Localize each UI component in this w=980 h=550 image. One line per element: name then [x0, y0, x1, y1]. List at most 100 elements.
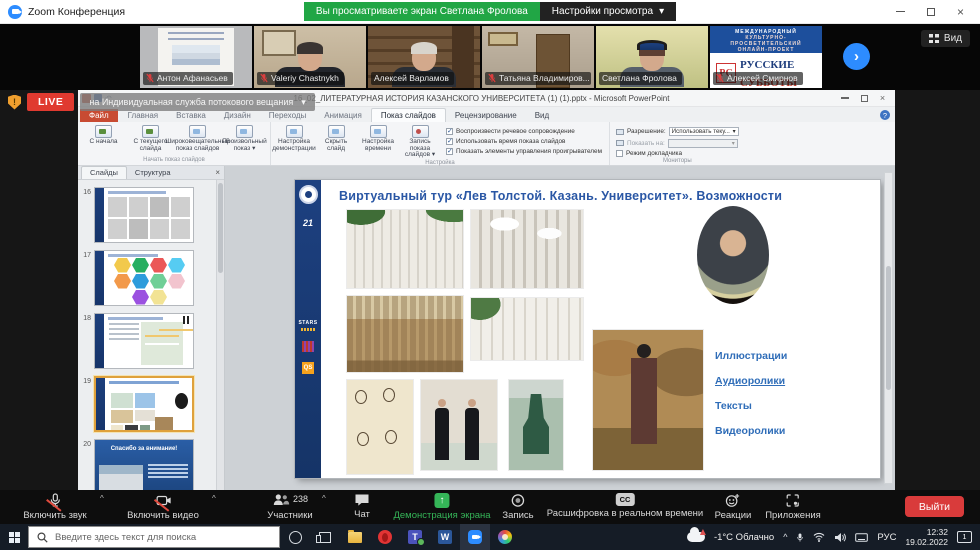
presenter-mode-row[interactable]: Режим докладчика	[616, 150, 739, 157]
broadcast-slideshow-button[interactable]: Широковещательный показ слайдов	[174, 124, 221, 152]
setup-slideshow-button[interactable]: Настройка демонстрации	[273, 124, 315, 152]
zoom-app-button[interactable]	[460, 524, 490, 550]
monitor-icon	[616, 129, 624, 135]
canvas-scrollbar[interactable]	[884, 172, 893, 484]
checkbox-play-narration[interactable]: ✓Воспроизвести речевое сопровождение	[446, 128, 602, 135]
slide-thumbnail-18[interactable]: 18	[78, 313, 218, 369]
leave-button[interactable]: Выйти	[905, 496, 964, 517]
taskbar-search-input[interactable]: Введите здесь текст для поиска	[28, 526, 280, 548]
volume-icon[interactable]	[834, 532, 846, 543]
paint-icon	[498, 530, 512, 544]
paint-button[interactable]	[490, 524, 520, 550]
language-indicator[interactable]: РУС	[877, 532, 896, 543]
rehearse-timings-button[interactable]: Настройка времени	[357, 124, 399, 152]
hide-slide-button[interactable]: Скрыть слайд	[315, 124, 357, 152]
live-transcript-button[interactable]: CC Расшифровка в реальном времени	[547, 493, 703, 519]
next-participants-button[interactable]: ›	[843, 43, 870, 70]
minimize-button[interactable]	[896, 11, 905, 13]
participant-tile-smirnov[interactable]: МЕЖДУНАРОДНЫЙ КУЛЬТУРНО-ПРОСВЕТИТЕЛЬСКИЙ…	[710, 26, 822, 88]
apps-button[interactable]: Приложения	[765, 493, 821, 521]
participant-name-tag: Антон Афанасьев	[143, 72, 233, 85]
participant-thumbnails: Антон Афанасьев Valeriy Chastnykh Алексе…	[140, 26, 822, 88]
word-button[interactable]: W	[430, 524, 460, 550]
tab-view[interactable]: Вид	[526, 109, 558, 122]
audio-options-chevron[interactable]: ^	[100, 494, 104, 503]
windows-logo-icon	[9, 532, 20, 543]
tray-mic-icon[interactable]	[796, 532, 804, 543]
checkbox-use-timings[interactable]: ✓Использовать время показа слайдов	[446, 138, 602, 145]
hide-slide-icon	[328, 125, 345, 138]
weather-text[interactable]: -1°C Облачно	[714, 532, 774, 543]
slideshow-icon	[142, 125, 159, 138]
ppt-minimize-button[interactable]	[841, 97, 849, 99]
teams-button[interactable]: T	[400, 524, 430, 550]
participant-tile-vladimirova[interactable]: Татьяна Владимиров...	[482, 26, 594, 88]
group-label: Мониторы	[612, 157, 743, 166]
participant-tile-varlamov[interactable]: Алексей Варламов	[368, 26, 480, 88]
from-beginning-button[interactable]: С начала	[80, 124, 127, 146]
panel-close-icon[interactable]: ×	[215, 168, 220, 177]
start-button[interactable]	[0, 524, 28, 550]
mic-muted-icon	[260, 73, 268, 83]
link-audio[interactable]: Аудиоролики	[715, 375, 787, 387]
setup-icon	[286, 125, 303, 138]
group-label: Начать показ слайдов	[80, 156, 268, 165]
task-view-button[interactable]	[310, 524, 340, 550]
slide-thumbnail-17[interactable]: 17	[78, 250, 218, 306]
slide-thumbnail-20[interactable]: 20 Спасибо за внимание!	[78, 439, 218, 495]
tab-review[interactable]: Рецензирование	[446, 109, 526, 122]
view-button[interactable]: Вид	[921, 30, 970, 47]
keyboard-icon[interactable]	[855, 533, 868, 542]
tab-slideshow[interactable]: Показ слайдов	[371, 108, 446, 122]
tab-animation[interactable]: Анимация	[315, 109, 371, 122]
slide-thumbnail-19-selected[interactable]: 19	[78, 376, 218, 432]
unmute-button[interactable]: Включить звук	[23, 493, 86, 521]
ribbon-group-setup: Настройка демонстрации Скрыть слайд Наст…	[271, 122, 610, 165]
cortana-icon	[289, 531, 302, 544]
checkbox-presenter-mode[interactable]	[616, 150, 623, 157]
panel-scrollbar[interactable]	[216, 180, 224, 490]
viewing-screen-banner: Вы просматриваете экран Светлана Фролова	[304, 2, 540, 21]
maximize-button[interactable]	[927, 8, 935, 16]
participant-tile-chastnykh[interactable]: Valeriy Chastnykh	[254, 26, 366, 88]
resolution-select[interactable]: Использовать теку...▾	[669, 127, 739, 136]
participants-icon	[272, 493, 289, 507]
notification-center-icon[interactable]: 1	[957, 531, 972, 543]
reactions-button[interactable]: Реакции	[715, 493, 752, 521]
live-badge: LIVE	[27, 93, 74, 111]
stream-destination-dropdown[interactable]: на Индивидуальная служба потокового веща…	[80, 93, 314, 111]
wifi-icon[interactable]	[813, 532, 825, 542]
start-video-button[interactable]: Включить видео	[127, 493, 199, 521]
close-button[interactable]: ×	[957, 6, 964, 18]
ppt-maximize-button[interactable]	[861, 95, 868, 102]
checkbox-show-media-controls[interactable]: ✓Показать элементы управления проигрыват…	[446, 148, 602, 155]
cortana-button[interactable]	[280, 524, 310, 550]
participant-tile-frolova[interactable]: Светлана Фролова	[596, 26, 708, 88]
opera-button[interactable]	[370, 524, 400, 550]
file-explorer-button[interactable]	[340, 524, 370, 550]
link-texts[interactable]: Тексты	[715, 400, 787, 412]
link-illustrations[interactable]: Иллюстрации	[715, 350, 787, 362]
custom-slideshow-button[interactable]: Произвольный показ ▾	[221, 124, 268, 152]
participants-chevron[interactable]: ^	[322, 494, 326, 503]
participant-name-tag: Светлана Фролова	[599, 72, 682, 85]
panel-tab-slides[interactable]: Слайды	[81, 166, 127, 179]
help-icon[interactable]: ?	[880, 110, 890, 120]
mic-muted-icon	[146, 73, 154, 83]
participants-button[interactable]: 238 Участники	[267, 493, 312, 521]
participant-tile-afanasyev[interactable]: Антон Афанасьев	[140, 26, 252, 88]
panel-tab-outline[interactable]: Структура	[127, 167, 179, 179]
record-button[interactable]: Запись	[502, 493, 533, 521]
record-slideshow-button[interactable]: Запись показа слайдов ▾	[399, 124, 441, 159]
video-options-chevron[interactable]: ^	[212, 494, 216, 503]
tray-expand-chevron[interactable]: ^	[783, 532, 787, 542]
view-settings-dropdown[interactable]: Настройки просмотра ▾	[540, 2, 676, 21]
slide-thumbnail-16[interactable]: 16	[78, 187, 218, 243]
chat-button[interactable]: Чат	[354, 493, 370, 520]
mic-muted-icon	[48, 493, 62, 508]
chevron-down-icon: ▾	[301, 97, 306, 108]
link-videos[interactable]: Видеоролики	[715, 425, 787, 437]
clock[interactable]: 12:32 19.02.2022	[905, 527, 948, 547]
ppt-close-button[interactable]: ×	[880, 94, 885, 103]
share-screen-button[interactable]: ↑ Демонстрация экрана	[393, 493, 490, 521]
